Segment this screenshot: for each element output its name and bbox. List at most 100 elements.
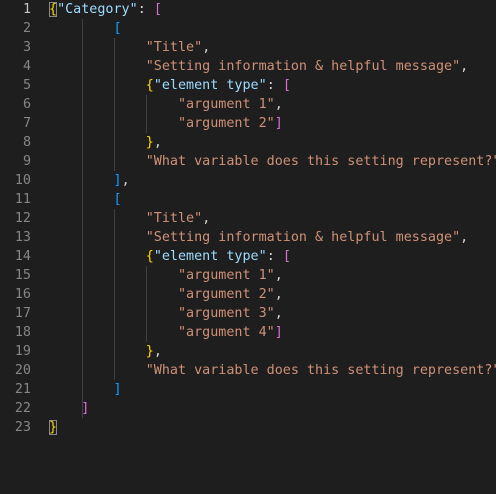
code-content[interactable]: "What variable does this setting represe… bbox=[49, 152, 496, 171]
code-line[interactable]: 21 ] bbox=[0, 380, 496, 399]
string-literal: "argument 1" bbox=[178, 97, 275, 112]
string-literal: "Title" bbox=[145, 40, 203, 55]
comma: , bbox=[460, 59, 469, 74]
code-content[interactable]: }, bbox=[49, 133, 162, 152]
line-number: 8 bbox=[22, 135, 31, 150]
line-number: 10 bbox=[14, 173, 31, 188]
bracket: [ bbox=[113, 21, 122, 36]
line-number: 14 bbox=[14, 249, 31, 264]
bracket-match-open: { bbox=[49, 2, 58, 17]
brace: { bbox=[145, 78, 154, 93]
line-number: 4 bbox=[22, 59, 31, 74]
code-line[interactable]: 13 "Setting information & helpful messag… bbox=[0, 228, 496, 247]
code-line[interactable]: 1 {"Category": [ bbox=[0, 0, 496, 19]
code-line[interactable]: 17 "argument 3", bbox=[0, 304, 496, 323]
code-line[interactable]: 6 "argument 1", bbox=[0, 95, 496, 114]
code-content[interactable]: } bbox=[49, 418, 58, 437]
code-line[interactable]: 8 }, bbox=[0, 133, 496, 152]
line-number: 7 bbox=[22, 116, 31, 131]
line-number: 13 bbox=[14, 230, 31, 245]
line-number: 18 bbox=[14, 325, 31, 340]
brace: { bbox=[145, 249, 154, 264]
code-line[interactable]: 7 "argument 2"] bbox=[0, 114, 496, 133]
comma: , bbox=[460, 230, 469, 245]
bracket-match-close: } bbox=[49, 420, 58, 435]
code-content[interactable]: [ bbox=[49, 19, 122, 38]
bracket: ] bbox=[274, 325, 283, 340]
code-content[interactable]: "Setting information & helpful message", bbox=[49, 228, 468, 247]
comma: , bbox=[274, 97, 283, 112]
bracket: ] bbox=[113, 173, 122, 188]
comma: , bbox=[121, 173, 130, 188]
string-literal: "argument 3" bbox=[178, 306, 275, 321]
line-number: 20 bbox=[14, 363, 31, 378]
code-line[interactable]: 18 "argument 4"] bbox=[0, 323, 496, 342]
code-line[interactable]: 11 [ bbox=[0, 190, 496, 209]
comma: , bbox=[274, 268, 283, 283]
bracket: [ bbox=[153, 2, 162, 17]
code-content[interactable]: "argument 1", bbox=[49, 95, 283, 114]
string-literal: "argument 1" bbox=[178, 268, 275, 283]
line-number: 12 bbox=[14, 211, 31, 226]
bracket: ] bbox=[113, 382, 122, 397]
line-number: 21 bbox=[14, 382, 31, 397]
line-number: 19 bbox=[14, 344, 31, 359]
code-line[interactable]: 12 "Title", bbox=[0, 209, 496, 228]
comma: , bbox=[274, 306, 283, 321]
code-line[interactable]: 15 "argument 1", bbox=[0, 266, 496, 285]
line-number: 15 bbox=[14, 268, 31, 283]
colon: : bbox=[266, 78, 283, 93]
code-content[interactable]: "Title", bbox=[49, 38, 211, 57]
brace: } bbox=[145, 135, 154, 150]
code-content[interactable]: [ bbox=[49, 190, 122, 209]
code-line[interactable]: 2 [ bbox=[0, 19, 496, 38]
line-number: 16 bbox=[14, 287, 31, 302]
code-content[interactable]: "argument 2"] bbox=[49, 114, 283, 133]
code-line[interactable]: 14 {"element type": [ bbox=[0, 247, 496, 266]
bracket: ] bbox=[274, 116, 283, 131]
code-line[interactable]: 10 ], bbox=[0, 171, 496, 190]
code-content[interactable]: ] bbox=[49, 380, 122, 399]
code-content[interactable]: ], bbox=[49, 171, 130, 190]
code-line[interactable]: 22 ] bbox=[0, 399, 496, 418]
code-content[interactable]: "Title", bbox=[49, 209, 211, 228]
code-content[interactable]: "What variable does this setting represe… bbox=[49, 361, 496, 380]
line-number: 9 bbox=[22, 154, 31, 169]
code-content[interactable]: {"element type": [ bbox=[49, 247, 291, 266]
line-number: 22 bbox=[14, 401, 31, 416]
bracket: ] bbox=[81, 401, 90, 416]
json-key: "Category" bbox=[57, 2, 138, 17]
colon: : bbox=[266, 249, 283, 264]
code-line[interactable]: 9 "What variable does this setting repre… bbox=[0, 152, 496, 171]
bracket: [ bbox=[282, 78, 291, 93]
bracket: [ bbox=[282, 249, 291, 264]
comma: , bbox=[274, 287, 283, 302]
code-content[interactable]: {"Category": [ bbox=[49, 0, 162, 19]
bracket: [ bbox=[113, 192, 122, 207]
string-literal: "Title" bbox=[145, 211, 203, 226]
line-number: 1 bbox=[22, 2, 31, 17]
code-content[interactable]: "argument 3", bbox=[49, 304, 283, 323]
string-literal: "argument 2" bbox=[178, 287, 275, 302]
code-content[interactable]: "argument 2", bbox=[49, 285, 283, 304]
code-content[interactable]: "argument 4"] bbox=[49, 323, 283, 342]
code-line[interactable]: 23 } bbox=[0, 418, 496, 437]
code-line[interactable]: 16 "argument 2", bbox=[0, 285, 496, 304]
code-content[interactable]: ] bbox=[49, 399, 89, 418]
json-key: "element type" bbox=[153, 78, 267, 93]
line-number: 11 bbox=[14, 192, 31, 207]
line-number: 5 bbox=[22, 78, 31, 93]
code-editor[interactable]: 1 {"Category": [ 2 [ 3 "Title", 4 "Setti… bbox=[0, 0, 496, 439]
code-line[interactable]: 4 "Setting information & helpful message… bbox=[0, 57, 496, 76]
code-content[interactable]: }, bbox=[49, 342, 162, 361]
code-line[interactable]: 3 "Title", bbox=[0, 38, 496, 57]
code-content[interactable]: "Setting information & helpful message", bbox=[49, 57, 468, 76]
code-line[interactable]: 20 "What variable does this setting repr… bbox=[0, 361, 496, 380]
code-line[interactable]: 5 {"element type": [ bbox=[0, 76, 496, 95]
string-literal: "argument 2" bbox=[178, 116, 275, 131]
code-line[interactable]: 19 }, bbox=[0, 342, 496, 361]
comma: , bbox=[202, 40, 211, 55]
code-content[interactable]: {"element type": [ bbox=[49, 76, 291, 95]
code-content[interactable]: "argument 1", bbox=[49, 266, 283, 285]
comma: , bbox=[202, 211, 211, 226]
